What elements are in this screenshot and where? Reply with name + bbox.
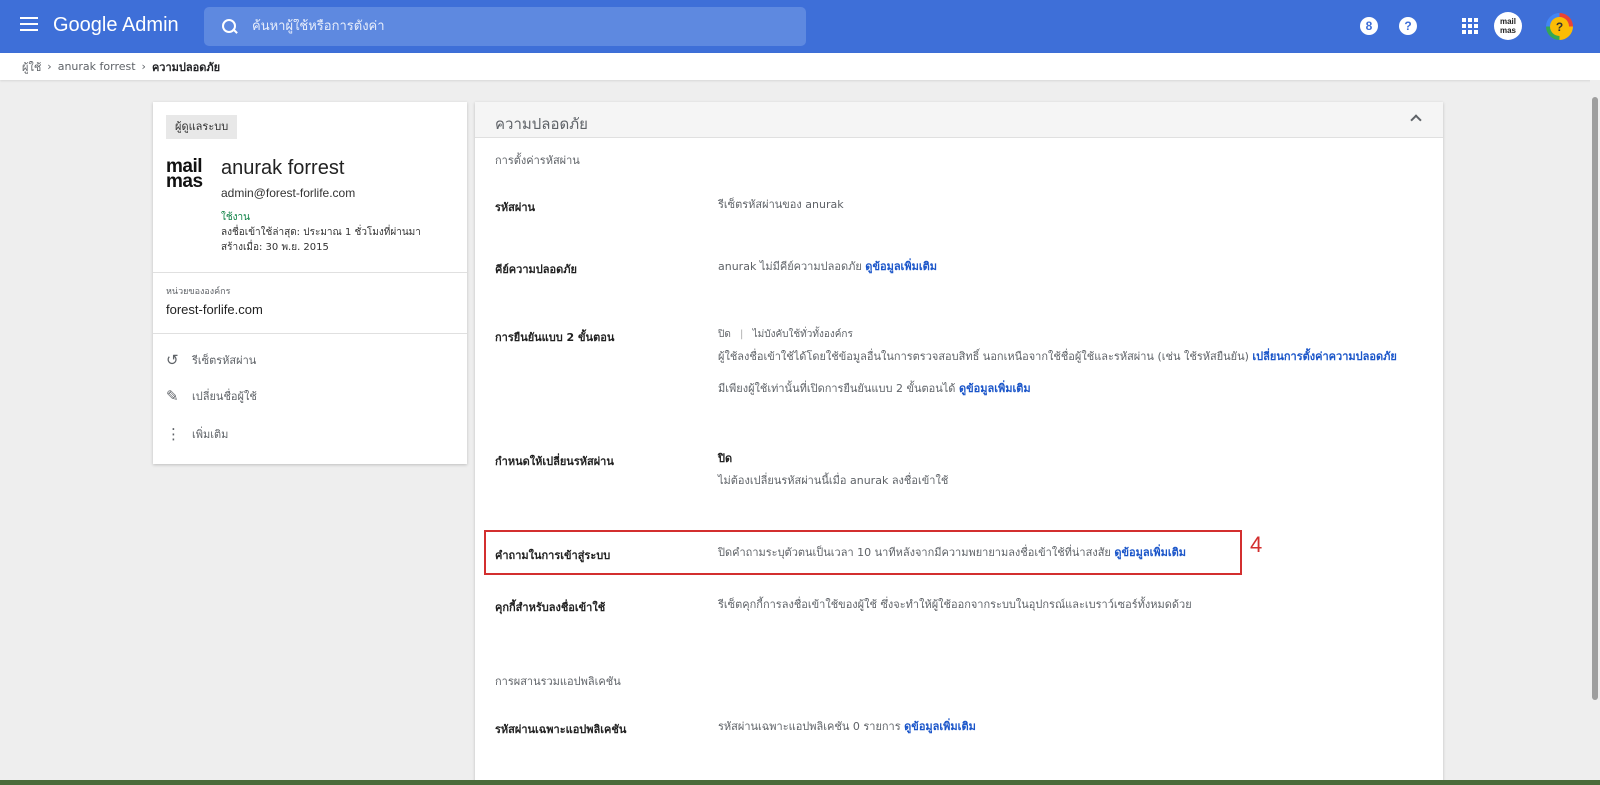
last-login: ลงชื่อเข้าใช้ล่าสุด: ประมาณ 1 ชั่วโมงที่… (221, 227, 421, 238)
lock-reset-icon: ↺ (166, 351, 179, 369)
org-unit-value: forest-forlife.com (166, 302, 263, 317)
login-challenge-label: คำถามในการเข้าสู่ระบบ (495, 549, 611, 562)
breadcrumb-current: ความปลอดภัย (151, 60, 221, 74)
two-step-description: ผู้ใช้ลงชื่อเข้าใช้ได้โดยใช้ข้อมูลอื่นใน… (718, 350, 1418, 364)
top-app-bar: Google Admin 8 ? mail mas ? (0, 0, 1600, 53)
user-summary-card: ผู้ดูแลระบบ mail mas anurak forrest admi… (153, 102, 467, 464)
page-scrollbar[interactable] (1590, 80, 1600, 785)
more-label: เพิ่มเติม (192, 428, 229, 441)
two-step-note: มีเพียงผู้ใช้เท่านั้นที่เปิดการยืนยันแบบ… (718, 382, 1418, 396)
reset-password-button[interactable]: ↺ รีเซ็ตรหัสผ่าน (166, 350, 256, 370)
app-passwords-learn-more-link[interactable]: ดูข้อมูลเพิ่มเติม (904, 720, 976, 733)
password-label: รหัสผ่าน (495, 201, 536, 214)
help-icon[interactable]: ? (1399, 17, 1417, 35)
security-panel: ความปลอดภัย การตั้งค่ารหัสผ่าน รหัสผ่าน … (475, 102, 1443, 785)
pencil-icon: ✎ (166, 387, 179, 405)
two-step-status-text: ปิด (718, 329, 731, 340)
login-challenge-text[interactable]: ปิดคำถามระบุตัวตนเป็นเวลา 10 นาทีหลังจาก… (718, 546, 1111, 559)
org-logo-line1: mail (1499, 17, 1516, 26)
rename-user-button[interactable]: ✎ เปลี่ยนชื่อผู้ใช้ (166, 386, 257, 406)
security-title: ความปลอดภัย (495, 115, 588, 133)
security-key-value: anurak ไม่มีคีย์ความปลอดภัย ดูข้อมูลเพิ่… (718, 260, 1418, 274)
app-passwords-text: รหัสผ่านเฉพาะแอปพลิเคชัน 0 รายการ (718, 720, 901, 733)
breadcrumb-user[interactable]: anurak forrest (58, 60, 136, 73)
security-key-label: คีย์ความปลอดภัย (495, 263, 577, 276)
two-step-desc-text: ผู้ใช้ลงชื่อเข้าใช้ได้โดยใช้ข้อมูลอื่นใน… (718, 350, 1249, 363)
app-integration-section: การผสานรวมแอปพลิเคชัน (495, 675, 621, 688)
require-password-change-desc: ไม่ต้องเปลี่ยนรหัสผ่านนี้เมื่อ anurak ลง… (718, 474, 949, 487)
password-settings-section: การตั้งค่ารหัสผ่าน (495, 154, 580, 167)
two-step-learn-more-link[interactable]: ดูข้อมูลเพิ่มเติม (959, 382, 1031, 395)
search-bar[interactable] (204, 7, 806, 46)
avatar-label: ? (1550, 17, 1569, 36)
breadcrumb-separator-icon: › (47, 60, 52, 73)
account-avatar[interactable]: ? (1546, 13, 1573, 40)
app-passwords-label: รหัสผ่านเฉพาะแอปพลิเคชัน (495, 723, 627, 736)
notifications-icon[interactable]: 8 (1360, 17, 1378, 35)
search-input[interactable] (252, 19, 792, 34)
user-email: admin@forest-forlife.com (221, 186, 356, 200)
two-step-label: การยืนยันแบบ 2 ขั้นตอน (495, 331, 615, 344)
security-panel-header[interactable]: ความปลอดภัย (475, 102, 1443, 138)
user-logo: mail mas (166, 157, 212, 193)
org-logo-line2: mas (1499, 26, 1516, 35)
org-unit-label: หน่วยขององค์กร (166, 287, 231, 297)
created-date: สร้างเมื่อ: 30 พ.ย. 2015 (221, 242, 329, 253)
user-status: ใช้งาน (221, 212, 251, 223)
apps-grid-icon[interactable] (1462, 18, 1478, 34)
security-key-text: anurak ไม่มีคีย์ความปลอดภัย (718, 260, 862, 273)
two-step-enforcement: ไม่บังคับใช้ทั่วทั้งองค์กร (752, 329, 853, 340)
menu-icon[interactable] (20, 17, 38, 31)
login-challenge-value: ปิดคำถามระบุตัวตนเป็นเวลา 10 นาทีหลังจาก… (718, 546, 1418, 560)
breadcrumb-users[interactable]: ผู้ใช้ (22, 58, 41, 76)
breadcrumb-separator-icon: › (141, 60, 146, 73)
require-password-change-status[interactable]: ปิด (718, 452, 1418, 466)
taskbar-strip (0, 780, 1600, 785)
two-step-separator: | (740, 329, 744, 340)
divider (153, 333, 467, 334)
change-security-settings-link[interactable]: เปลี่ยนการตั้งค่าความปลอดภัย (1252, 350, 1396, 363)
reset-password-label: รีเซ็ตรหัสผ่าน (192, 354, 257, 367)
breadcrumb: ผู้ใช้ › anurak forrest › ความปลอดภัย (0, 53, 1600, 80)
search-icon (222, 18, 238, 35)
rename-user-label: เปลี่ยนชื่อผู้ใช้ (192, 390, 257, 403)
two-step-note-text: มีเพียงผู้ใช้เท่านั้นที่เปิดการยืนยันแบบ… (718, 382, 956, 395)
login-challenge-learn-more-link[interactable]: ดูข้อมูลเพิ่มเติม (1114, 546, 1186, 559)
app-passwords-value: รหัสผ่านเฉพาะแอปพลิเคชัน 0 รายการ ดูข้อม… (718, 720, 1418, 734)
app-title[interactable]: Google Admin (53, 14, 179, 37)
require-password-change-label: กำหนดให้เปลี่ยนรหัสผ่าน (495, 455, 614, 468)
admin-badge: ผู้ดูแลระบบ (166, 115, 238, 139)
more-button[interactable]: ⋮ เพิ่มเติม (166, 424, 228, 444)
two-step-status: ปิด | ไม่บังคับใช้ทั่วทั้งองค์กร (718, 328, 1418, 342)
reset-password-link[interactable]: รีเซ็ตรหัสผ่านของ anurak (718, 198, 1418, 212)
scrollbar-thumb[interactable] (1592, 97, 1598, 700)
signin-cookies-label: คุกกี้สำหรับลงชื่อเข้าใช้ (495, 601, 606, 614)
divider (153, 272, 467, 273)
chevron-up-icon[interactable] (1410, 112, 1422, 124)
user-logo-line2: mas (166, 171, 203, 192)
reset-signin-cookies-link[interactable]: รีเซ็ตคุกกี้การลงชื่อเข้าใช้ของผู้ใช้ ซึ… (718, 598, 1418, 612)
organization-logo[interactable]: mail mas (1494, 12, 1522, 40)
security-key-learn-more-link[interactable]: ดูข้อมูลเพิ่มเติม (865, 260, 937, 273)
user-name: anurak forrest (221, 157, 345, 179)
more-vert-icon: ⋮ (166, 425, 181, 443)
